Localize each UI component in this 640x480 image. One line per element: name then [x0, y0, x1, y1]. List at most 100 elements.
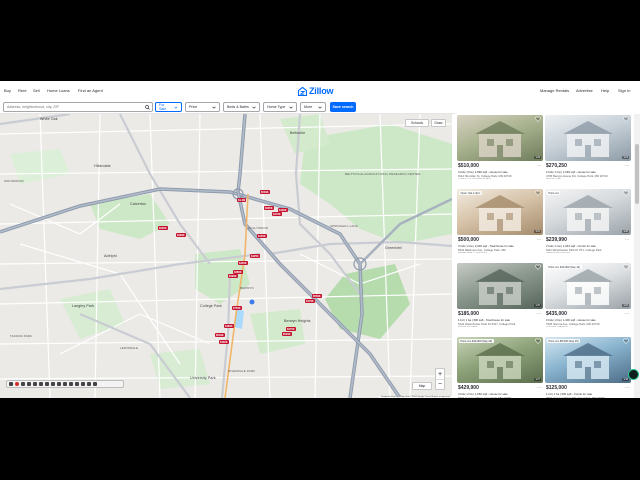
stop-icon[interactable]	[27, 382, 31, 386]
price-pin[interactable]: $750K	[232, 306, 242, 310]
nav-sign-in[interactable]: Sign In	[618, 88, 630, 93]
listing-photo[interactable]: Price cut 1/20	[545, 189, 631, 235]
draw-button[interactable]: Draw	[431, 119, 446, 127]
listing-photo[interactable]: 1/15	[457, 263, 543, 309]
price-pin[interactable]: $509K	[312, 294, 322, 298]
price-pin[interactable]: $150K	[257, 234, 267, 238]
listing-card[interactable]: 1/15 $185,000 1 bd | 1 ba | 690 sqft - Tow…	[457, 263, 543, 335]
eraser-icon[interactable]	[75, 382, 79, 386]
filter-home-type[interactable]: Home Type	[263, 102, 297, 112]
listings-scrollbar[interactable]	[634, 114, 640, 398]
nav-rent[interactable]: Rent	[18, 88, 26, 93]
search-input[interactable]: Address, neighborhood, city, ZIP	[7, 105, 59, 109]
listing-card[interactable]: Open: Sat 1-3pm 1/31 $500,000 3 bds | 2 ba …	[457, 189, 543, 261]
cursor-icon[interactable]	[33, 382, 37, 386]
map-type-button[interactable]: Map	[412, 382, 432, 390]
listing-card[interactable]: Price cut: $10,000 (Sep 12) 1/22 $435,000 3…	[545, 263, 631, 335]
filter-more[interactable]: More	[300, 102, 326, 112]
filter-for-sale[interactable]: For Sale	[155, 102, 182, 112]
nav-home-loans[interactable]: Home Loans	[47, 88, 70, 93]
more-options-icon[interactable]: ⋯	[537, 237, 541, 242]
more-options-icon[interactable]: ⋯	[625, 163, 629, 168]
heart-icon[interactable]	[535, 190, 541, 196]
nav-buy[interactable]: Buy	[4, 88, 11, 93]
listing-photo-art	[475, 121, 525, 157]
listing-card[interactable]: 1/24 $270,250 2 bds | 1 ba | 1,049 sqft - …	[545, 115, 631, 187]
listing-photo[interactable]: Price cut: $5,000 (Sep 20) 1/18	[545, 337, 631, 383]
nav-help[interactable]: Help	[601, 88, 609, 93]
price-pin[interactable]: $1.3M	[237, 198, 247, 202]
search-icon[interactable]	[145, 105, 150, 110]
pause-icon[interactable]	[21, 382, 25, 386]
heart-icon[interactable]	[623, 190, 629, 196]
heart-icon[interactable]	[535, 338, 541, 344]
price-pin[interactable]: $400K	[219, 340, 229, 344]
price-pin[interactable]: $479K	[272, 212, 282, 216]
price-pin[interactable]: $270K	[286, 327, 296, 331]
listing-badge: Price cut	[547, 191, 561, 195]
save-search-button[interactable]: Save search	[330, 102, 356, 112]
more-options-icon[interactable]: ⋯	[537, 311, 541, 316]
settings-icon[interactable]	[87, 382, 91, 386]
listing-address[interactable]: 7610 Hanover Pkwy #T1, Greenbelt, MD 207…	[546, 396, 630, 398]
close-icon[interactable]	[93, 382, 97, 386]
nav-advertise[interactable]: Advertise	[576, 88, 593, 93]
nav-manage-rentals[interactable]: Manage Rentals	[540, 88, 569, 93]
camera-icon[interactable]	[81, 382, 85, 386]
map-canvas[interactable]	[0, 114, 452, 398]
arrow-icon[interactable]	[57, 382, 61, 386]
heart-icon[interactable]	[623, 338, 629, 344]
listing-photo[interactable]: 1/24	[545, 115, 631, 161]
more-options-icon[interactable]: ⋯	[537, 385, 541, 390]
listing-address[interactable]: 6904 Hanover Pkwy, Greenbelt, MD 20770	[458, 396, 542, 398]
spotlight-icon[interactable]	[45, 382, 49, 386]
map-label-calverton: Calverton	[130, 202, 147, 206]
listing-card[interactable]: Price cut: $5,000 (Sep 20) 1/18 $125,000 1 …	[545, 337, 631, 398]
chat-assistant-icon[interactable]	[628, 369, 639, 380]
heart-icon[interactable]	[623, 116, 629, 122]
nav-sell[interactable]: Sell	[33, 88, 40, 93]
heart-icon[interactable]	[623, 264, 629, 270]
pen-icon[interactable]	[63, 382, 67, 386]
price-pin[interactable]: $549K	[215, 333, 225, 337]
nav-find-agent[interactable]: Find an Agent	[78, 88, 103, 93]
more-options-icon[interactable]: ⋯	[625, 385, 629, 390]
grip-icon[interactable]	[9, 382, 13, 386]
more-options-icon[interactable]: ⋯	[625, 311, 629, 316]
price-pin[interactable]: $479K	[305, 299, 315, 303]
price-pin[interactable]: $480K	[224, 324, 234, 328]
search-box[interactable]: Address, neighborhood, city, ZIP	[3, 102, 153, 112]
price-pin[interactable]: $509K	[260, 190, 270, 194]
listing-photo[interactable]: Open: Sat 1-3pm 1/31	[457, 189, 543, 235]
schools-button[interactable]: Schools	[405, 119, 429, 127]
listing-card[interactable]: Price cut 1/20 $239,990 2 bds | 1 ba | 1,04…	[545, 189, 631, 261]
more-options-icon[interactable]: ⋯	[625, 237, 629, 242]
listing-card[interactable]: Price cut: $10,000 (Sep 22) 1/27 $429,900 4…	[457, 337, 543, 398]
zillow-logo[interactable]: Zillow	[298, 85, 334, 97]
heart-icon[interactable]	[535, 264, 541, 270]
price-pin[interactable]: $529K	[282, 332, 292, 336]
listing-photo[interactable]: 1/29	[457, 115, 543, 161]
zoom-icon[interactable]	[39, 382, 43, 386]
text-icon[interactable]	[69, 382, 73, 386]
more-options-icon[interactable]: ⋯	[537, 163, 541, 168]
price-pin[interactable]: $425K	[250, 254, 260, 258]
price-pin[interactable]: $295K	[264, 206, 274, 210]
map[interactable]: Beltsville Hillandale Calverton White Oa…	[0, 114, 452, 398]
filter-price[interactable]: Price	[185, 102, 220, 112]
scrollbar-thumb[interactable]	[635, 144, 639, 204]
zoom-in-button[interactable]: +	[436, 369, 444, 379]
heart-icon[interactable]	[535, 116, 541, 122]
filter-beds-baths[interactable]: Beds & Baths	[223, 102, 260, 112]
listing-photo[interactable]: Price cut: $10,000 (Sep 12) 1/22	[545, 263, 631, 309]
rectangle-icon[interactable]	[51, 382, 55, 386]
map-label-beltsville: Beltsville	[290, 131, 306, 135]
listing-card[interactable]: 1/29 $510,000 4 bds | 3 ba | 1,890 sqft - …	[457, 115, 543, 187]
price-pin[interactable]: $200K	[158, 226, 168, 230]
record-icon[interactable]	[15, 382, 19, 386]
listing-photo[interactable]: Price cut: $10,000 (Sep 22) 1/27	[457, 337, 543, 383]
price-pin[interactable]: $435K	[238, 261, 248, 265]
price-pin[interactable]: $299K	[228, 274, 238, 278]
price-pin[interactable]: $399K	[176, 233, 186, 237]
zoom-out-button[interactable]: −	[436, 379, 444, 389]
